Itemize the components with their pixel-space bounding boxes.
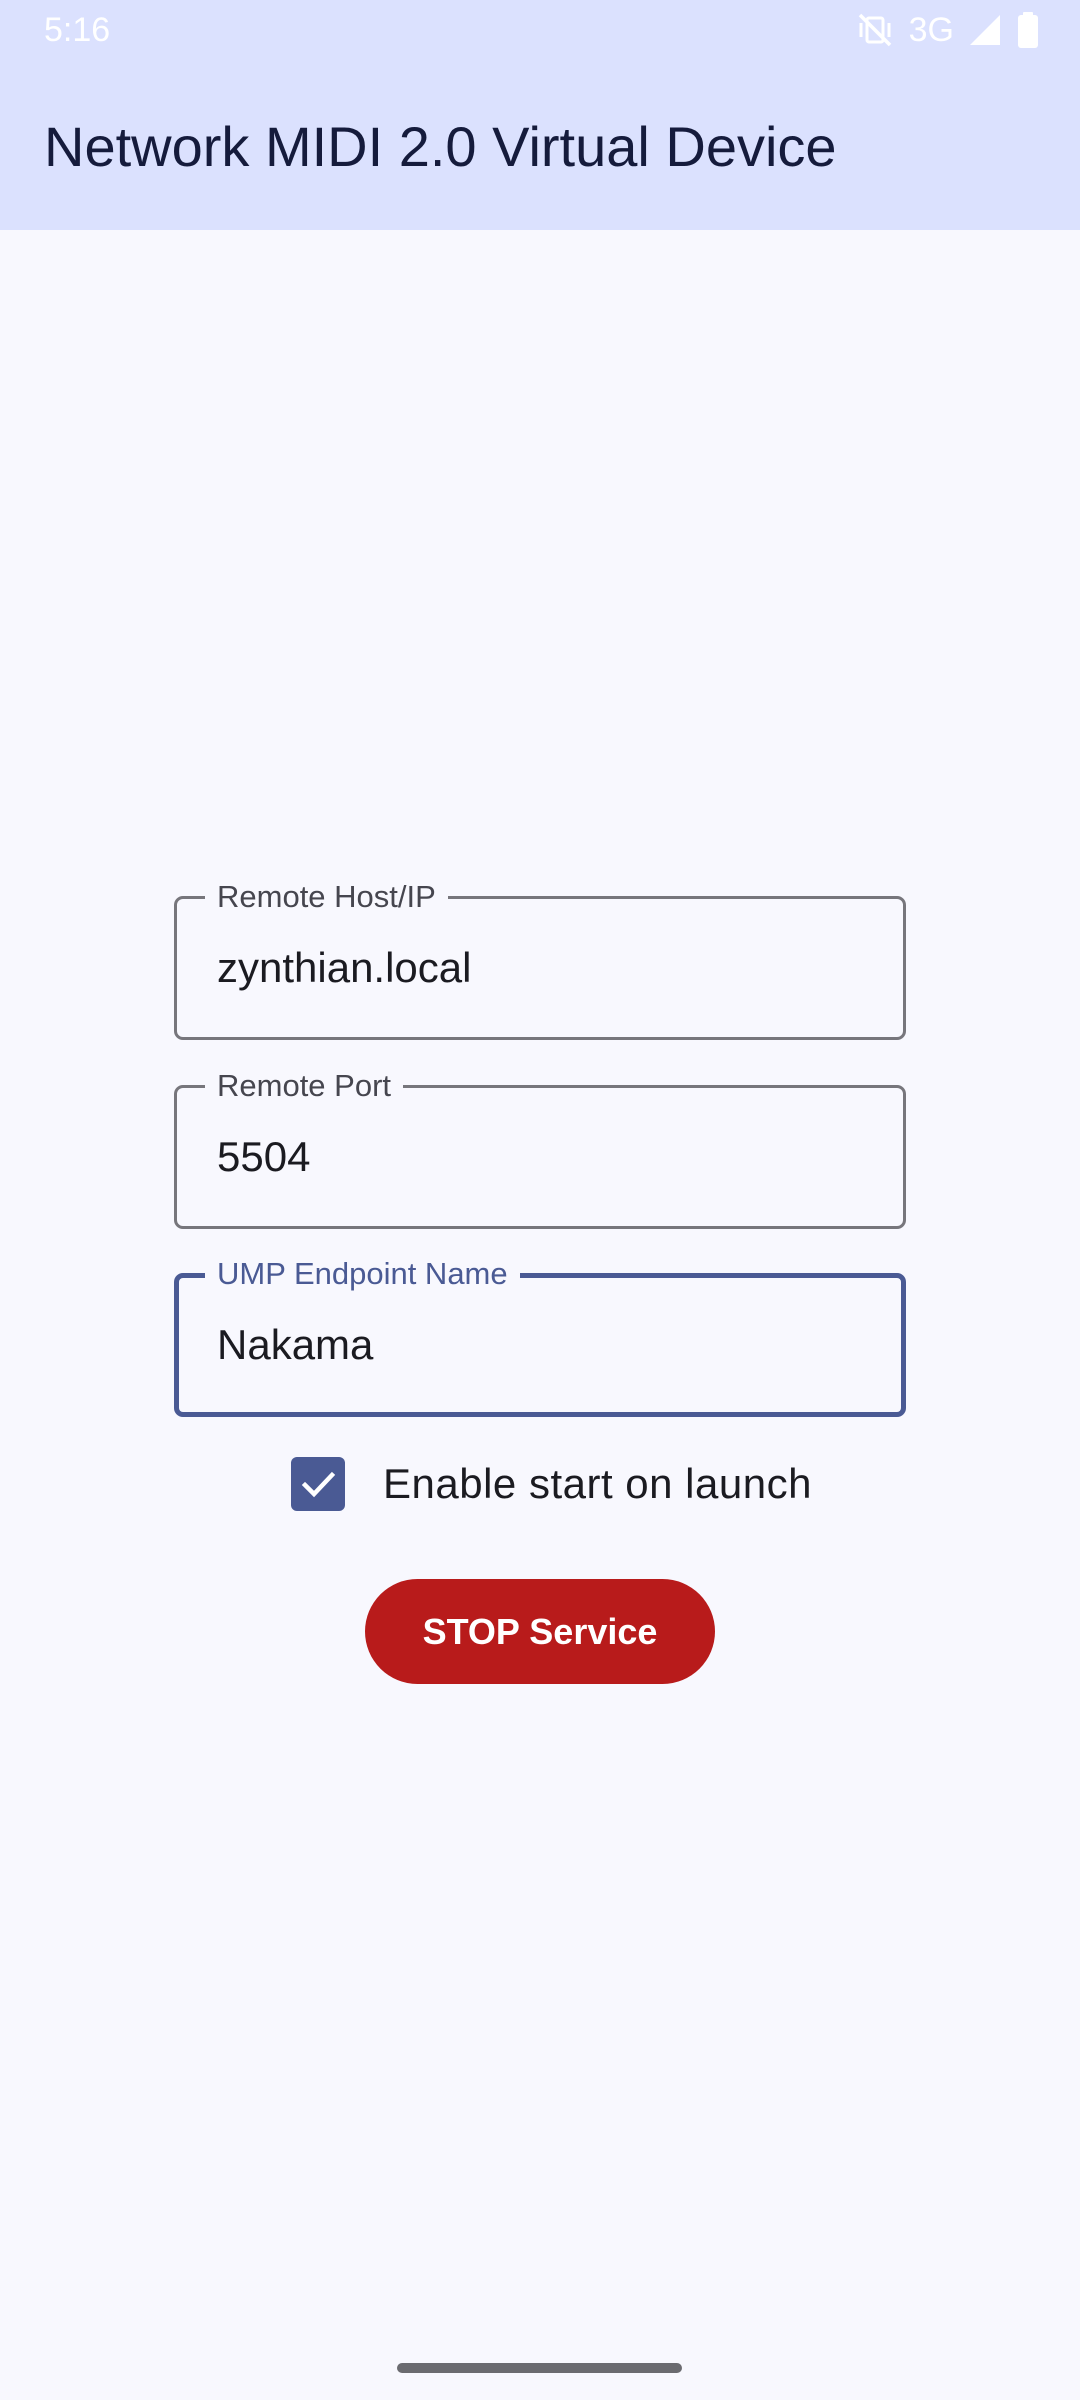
signal-icon [968, 13, 1002, 47]
status-bar: 5:16 3G [0, 0, 1080, 62]
remote-host-input[interactable]: zynthian.local [217, 899, 471, 1037]
vibrate-off-icon [855, 10, 895, 50]
remote-port-input[interactable]: 5504 [217, 1088, 310, 1226]
status-time: 5:16 [44, 11, 111, 49]
enable-start-on-launch-checkbox[interactable] [291, 1457, 345, 1511]
app-title: Network MIDI 2.0 Virtual Device [44, 115, 837, 178]
checkmark-icon [301, 1471, 336, 1498]
ump-endpoint-name-input[interactable]: Nakama [217, 1278, 373, 1412]
enable-start-on-launch-label: Enable start on launch [383, 1460, 812, 1507]
enable-start-on-launch-row[interactable]: Enable start on launch [291, 1457, 812, 1511]
network-type-label: 3G [908, 11, 954, 49]
remote-port-field[interactable]: Remote Port 5504 [174, 1066, 906, 1229]
status-icons: 3G [855, 10, 1040, 50]
stop-service-button[interactable]: STOP Service [365, 1579, 715, 1684]
remote-host-field[interactable]: Remote Host/IP zynthian.local [174, 877, 906, 1040]
battery-icon [1016, 12, 1040, 48]
ump-endpoint-name-field[interactable]: UMP Endpoint Name Nakama [174, 1254, 906, 1417]
home-indicator[interactable] [397, 2363, 682, 2373]
top-app-bar: 5:16 3G Network MIDI 2.0 Virtual Device [0, 0, 1080, 230]
